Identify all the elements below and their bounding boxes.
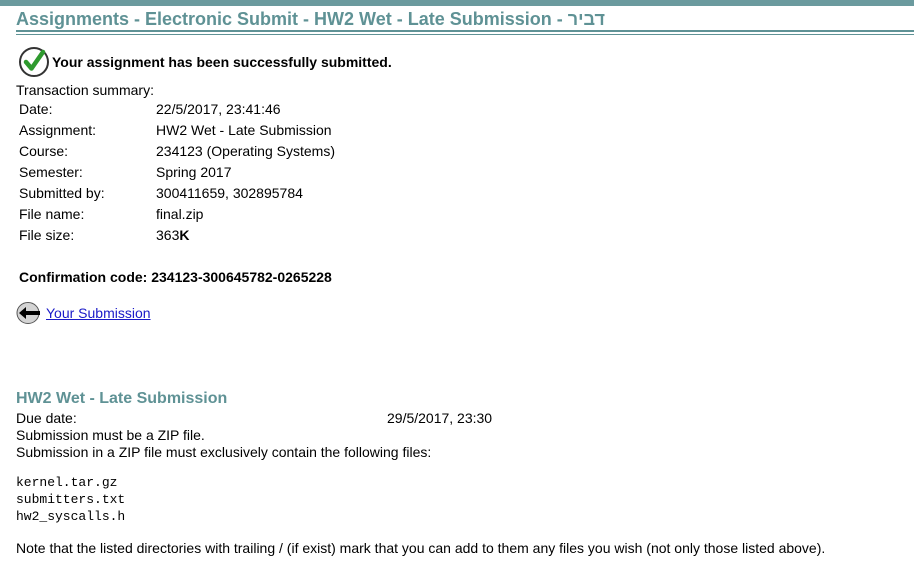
zip-requirement-note: Submission must be a ZIP file.	[16, 427, 205, 443]
summary-value: HW2 Wet - Late Submission	[156, 122, 332, 138]
required-file: hw2_syscalls.h	[16, 509, 126, 524]
summary-label: Submitted by:	[19, 185, 105, 201]
title-divider	[16, 30, 914, 32]
summary-value: Spring 2017	[156, 164, 232, 180]
directories-note: Note that the listed directories with tr…	[16, 540, 826, 556]
file-size-unit: K	[179, 227, 190, 243]
summary-label: Date:	[19, 101, 53, 117]
file-contents-note: Submission in a ZIP file must exclusivel…	[16, 444, 432, 460]
due-date-label: Due date:	[16, 410, 77, 426]
due-date-row: Due date: 29/5/2017, 23:30	[16, 410, 616, 427]
success-message: Your assignment has been successfully su…	[52, 54, 392, 70]
summary-value: final.zip	[156, 206, 204, 222]
page-title: Assignments - Electronic Submit - HW2 We…	[16, 9, 605, 29]
summary-value: 22/5/2017, 23:41:46	[156, 101, 281, 117]
summary-value: 300411659, 302895784	[156, 185, 303, 201]
file-size-number: 363	[156, 227, 180, 243]
summary-label: File name:	[19, 206, 85, 222]
confirmation-code: Confirmation code: 234123-300645782-0265…	[19, 269, 332, 285]
summary-value: 234123 (Operating Systems)	[156, 143, 335, 159]
summary-label: File size:	[19, 227, 75, 243]
your-submission-link[interactable]: Your Submission	[46, 305, 151, 321]
title-divider-thin	[16, 34, 914, 35]
required-file: submitters.txt	[16, 492, 126, 507]
arrow-left-circle-icon[interactable]	[16, 301, 42, 325]
back-navigation[interactable]: Your Submission	[16, 301, 151, 325]
summary-label: Course:	[19, 143, 69, 159]
top-bar	[0, 0, 914, 6]
success-message-row: Your assignment has been successfully su…	[18, 46, 392, 78]
summary-label: Assignment:	[19, 122, 97, 138]
summary-label: Semester:	[19, 164, 83, 180]
due-date-value: 29/5/2017, 23:30	[387, 410, 493, 426]
required-file: kernel.tar.gz	[16, 475, 118, 490]
assignment-title: HW2 Wet - Late Submission	[16, 390, 228, 407]
summary-title: Transaction summary:	[16, 82, 154, 98]
required-files-list: kernel.tar.gz submitters.txt hw2_syscall…	[16, 474, 125, 525]
file-size-value: 363K	[156, 225, 189, 246]
check-circle-icon	[18, 46, 50, 78]
